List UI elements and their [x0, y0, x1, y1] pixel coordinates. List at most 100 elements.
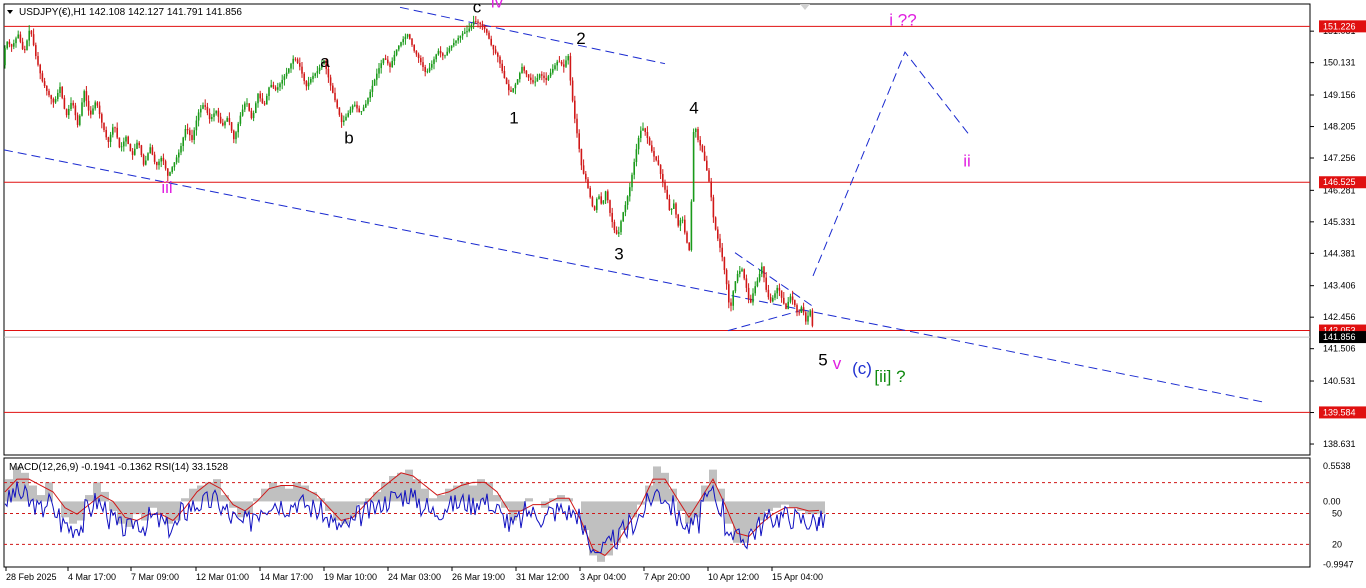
candle-body	[340, 114, 343, 123]
macd-histogram-bar	[605, 501, 613, 556]
candle-body	[569, 56, 572, 81]
candle-body	[527, 74, 530, 78]
candle-body	[46, 86, 48, 91]
candle-body	[43, 81, 46, 87]
candle-body	[767, 289, 770, 298]
candle-body	[233, 130, 235, 140]
candle-body	[369, 91, 371, 98]
candle-body	[329, 77, 332, 86]
candle-body	[24, 49, 26, 51]
candle-body	[459, 35, 462, 39]
candle-body	[19, 34, 22, 42]
candle-body	[235, 132, 237, 140]
macd-histogram-bar	[373, 491, 381, 502]
wave-label: 5	[818, 350, 827, 369]
candle-body	[6, 41, 8, 49]
macd-tick-label: 0.00	[1323, 496, 1341, 506]
candle-body	[591, 197, 594, 207]
candle-body	[244, 103, 246, 110]
candle-body	[259, 93, 261, 99]
current-price-label: 141.856	[1323, 332, 1356, 342]
candle-body	[574, 100, 576, 119]
candle-body	[72, 102, 74, 106]
candle-body	[296, 59, 299, 64]
candle-body	[178, 152, 180, 158]
candle-body	[464, 32, 466, 34]
candle-body	[195, 120, 198, 131]
candle-body	[393, 54, 396, 61]
macd-histogram-bar	[197, 485, 205, 502]
candle-body	[776, 287, 778, 294]
candle-body	[695, 129, 697, 133]
candle-body	[94, 102, 96, 109]
candle-body	[285, 72, 288, 77]
candle-body	[549, 72, 552, 77]
candle-body	[772, 297, 774, 302]
candle-body	[92, 108, 94, 115]
macd-histogram-bar	[661, 472, 669, 502]
candle-body	[180, 146, 182, 153]
candle-body	[648, 137, 651, 146]
symbol-info: USDJPY(€),H1 142.108 142.127 141.791 141…	[19, 7, 242, 18]
candle-body	[736, 273, 739, 282]
candle-body	[395, 49, 398, 55]
candle-body	[723, 257, 726, 270]
candle-body	[598, 196, 600, 199]
candle-body	[763, 266, 765, 278]
candle-body	[127, 136, 129, 144]
macd-histogram-bar	[773, 501, 781, 508]
trading-chart[interactable]: civ2ab1iii43i ??ii5v(c)[ii] ? 151.081150…	[0, 0, 1366, 588]
candle-body	[758, 273, 761, 281]
candle-body	[486, 28, 488, 33]
candle-body	[222, 122, 224, 126]
indicator-info: MACD(12,26,9) -0.1941 -0.1362 RSI(14) 33…	[9, 462, 228, 473]
candle-body	[659, 164, 662, 174]
candle-body	[587, 179, 589, 189]
candle-body	[501, 63, 503, 71]
candle-body	[499, 56, 501, 64]
candle-body	[211, 117, 213, 119]
candle-body	[28, 30, 30, 41]
candle-body	[754, 286, 756, 294]
candle-body	[475, 21, 477, 23]
candle-body	[688, 242, 690, 251]
indicator-axis: 0.5538 0.00 -0.9947 50 20	[1323, 461, 1354, 569]
price-tick-label: 143.406	[1323, 281, 1356, 291]
candle-body	[307, 82, 310, 87]
candle-body	[626, 196, 629, 205]
candle-body	[343, 120, 345, 123]
candle-body	[158, 161, 160, 166]
candle-body	[446, 51, 448, 56]
macd-histogram-bar	[157, 501, 165, 515]
candle-body	[644, 128, 646, 133]
candle-body	[512, 88, 514, 92]
candle-body	[437, 50, 440, 55]
candle-body	[596, 198, 598, 210]
candle-body	[538, 74, 541, 78]
candle-body	[312, 75, 314, 79]
macd-histogram-bar	[525, 498, 533, 502]
candle-body	[560, 61, 563, 65]
price-tick-label: 138.631	[1323, 439, 1356, 449]
candle-body	[552, 68, 554, 73]
time-tick-label: 12 Mar 01:00	[196, 572, 249, 582]
candle-body	[725, 269, 728, 285]
candle-body	[87, 100, 90, 111]
candle-body	[70, 102, 72, 110]
candle-body	[303, 73, 305, 81]
candle-body	[521, 67, 523, 74]
candle-body	[732, 291, 734, 306]
candle-body	[415, 50, 418, 55]
candle-body	[503, 70, 506, 79]
candle-body	[85, 91, 88, 101]
candle-body	[61, 86, 63, 98]
wave-label: b	[344, 128, 353, 147]
macd-histogram-bar	[819, 501, 825, 514]
candle-body	[461, 33, 464, 36]
candle-body	[578, 133, 580, 149]
candle-body	[426, 71, 429, 73]
candle-body	[796, 305, 798, 313]
candle-body	[567, 56, 569, 61]
candle-body	[483, 26, 486, 29]
candle-body	[505, 78, 508, 85]
